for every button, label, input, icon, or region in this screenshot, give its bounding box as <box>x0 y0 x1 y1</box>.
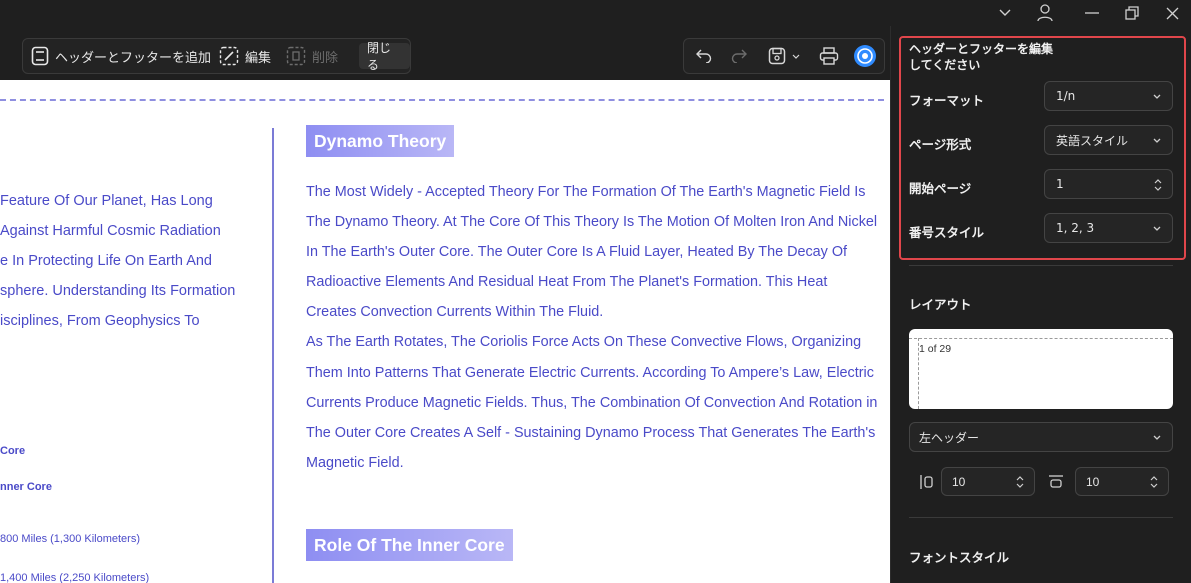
close-label: 閉じる <box>367 41 392 72</box>
left-line: Against Harmful Cosmic Radiation <box>0 223 221 239</box>
delete-label: 削除 <box>312 50 339 66</box>
number-style-label: 番号スタイル <box>909 225 985 240</box>
layout-preview[interactable]: 1 of 29 <box>909 329 1173 409</box>
format-value: 1/n <box>1056 89 1076 103</box>
layout-title: レイアウト <box>909 297 972 312</box>
edit-label: 編集 <box>245 50 272 66</box>
left-line: sphere. Understanding Its Formation <box>0 283 236 299</box>
header-guide-line <box>0 99 884 101</box>
divider <box>909 265 1173 266</box>
left-label-miles-1: 800 Miles (1,300 Kilometers) <box>0 533 141 545</box>
stepper-arrows-icon[interactable] <box>1149 472 1159 492</box>
toolbar: ヘッダーとフッターを追加 編集 削除 閉じる <box>0 26 890 80</box>
top-margin-value: 10 <box>1086 474 1100 489</box>
number-style-value: 1, 2, 3 <box>1056 221 1095 235</box>
left-line: isciplines, From Geophysics To <box>0 313 200 329</box>
close-button[interactable]: 閉じる <box>359 41 410 72</box>
header-footer-panel: ヘッダーとフッターを編集してください フォーマット 1/n ページ形式 英語スタ… <box>890 26 1191 583</box>
left-label-core: Core <box>0 445 26 457</box>
top-margin-icon <box>1049 475 1063 488</box>
stepper-arrows-icon[interactable] <box>1153 175 1163 195</box>
header-footer-toolbar-group: ヘッダーとフッターを追加 編集 削除 閉じる <box>22 38 411 74</box>
heading-inner-core: Role Of The Inner Core <box>306 529 513 561</box>
start-page-label: 開始ページ <box>909 181 972 196</box>
redo-icon[interactable] <box>724 39 754 73</box>
top-margin-stepper[interactable]: 10 <box>1075 467 1169 496</box>
document-canvas: Feature Of Our Planet, Has Long Against … <box>0 80 890 583</box>
column-divider <box>272 128 274 583</box>
preview-guide-horizontal <box>909 338 1173 339</box>
divider <box>909 517 1173 518</box>
page-format-select[interactable]: 英語スタイル <box>1044 125 1173 155</box>
save-menu-button[interactable] <box>764 39 804 73</box>
delete-button[interactable]: 削除 <box>286 39 338 73</box>
panel-title: ヘッダーとフッターを編集してください <box>909 42 1054 72</box>
delete-icon <box>286 46 306 66</box>
position-select[interactable]: 左ヘッダー <box>909 422 1173 452</box>
number-style-select[interactable]: 1, 2, 3 <box>1044 213 1173 243</box>
paragraph: As The Earth Rotates, The Coriolis Force… <box>306 334 878 471</box>
left-label-miles-2: 1,400 Miles (2,250 Kilometers) <box>0 572 150 583</box>
left-column-text: Feature Of Our Planet, Has Long Against … <box>0 186 260 336</box>
chevron-down-icon <box>1153 226 1161 231</box>
body-text: The Most Widely - Accepted Theory For Th… <box>306 177 881 478</box>
format-select[interactable]: 1/n <box>1044 81 1173 111</box>
preview-text: 1 of 29 <box>919 343 952 355</box>
start-page-stepper[interactable]: 1 <box>1044 169 1173 199</box>
undo-icon[interactable] <box>689 39 719 73</box>
user-icon[interactable] <box>1025 0 1065 26</box>
heading-dynamo-theory: Dynamo Theory <box>306 125 455 157</box>
left-margin-stepper[interactable]: 10 <box>941 467 1035 496</box>
edit-icon <box>219 46 239 66</box>
chevron-down-icon <box>1153 94 1161 99</box>
paragraph: The Most Widely - Accepted Theory For Th… <box>306 184 878 321</box>
minimize-icon[interactable] <box>1072 0 1112 26</box>
stepper-arrows-icon[interactable] <box>1015 472 1025 492</box>
chevron-down-icon <box>792 54 800 59</box>
chevron-down-icon[interactable] <box>985 0 1025 26</box>
chevron-down-icon <box>1153 138 1161 143</box>
left-label-inner-core: nner Core <box>0 481 52 493</box>
title-bar <box>0 0 1191 26</box>
page-format-value: 英語スタイル <box>1056 133 1129 148</box>
page-format-label: ページ形式 <box>909 137 972 152</box>
left-line: Feature Of Our Planet, Has Long <box>0 193 213 209</box>
restore-icon[interactable] <box>1112 0 1152 26</box>
ai-assistant-icon[interactable] <box>850 39 880 73</box>
edit-button[interactable]: 編集 <box>219 39 271 73</box>
close-window-icon[interactable] <box>1152 0 1191 26</box>
add-header-footer-button[interactable]: ヘッダーとフッターを追加 <box>31 39 211 73</box>
save-icon <box>768 47 786 65</box>
start-page-value: 1 <box>1056 177 1064 191</box>
chevron-down-icon <box>1153 435 1161 440</box>
print-icon[interactable] <box>814 39 844 73</box>
format-label: フォーマット <box>909 93 985 108</box>
utility-toolbar-group <box>683 38 885 74</box>
left-margin-icon <box>920 475 933 489</box>
left-margin-value: 10 <box>952 474 966 489</box>
add-header-footer-label: ヘッダーとフッターを追加 <box>55 50 212 66</box>
left-line: e In Protecting Life On Earth And <box>0 253 212 269</box>
font-style-title: フォントスタイル <box>909 550 1010 565</box>
position-value: 左ヘッダー <box>919 430 980 445</box>
header-footer-icon <box>31 46 49 66</box>
